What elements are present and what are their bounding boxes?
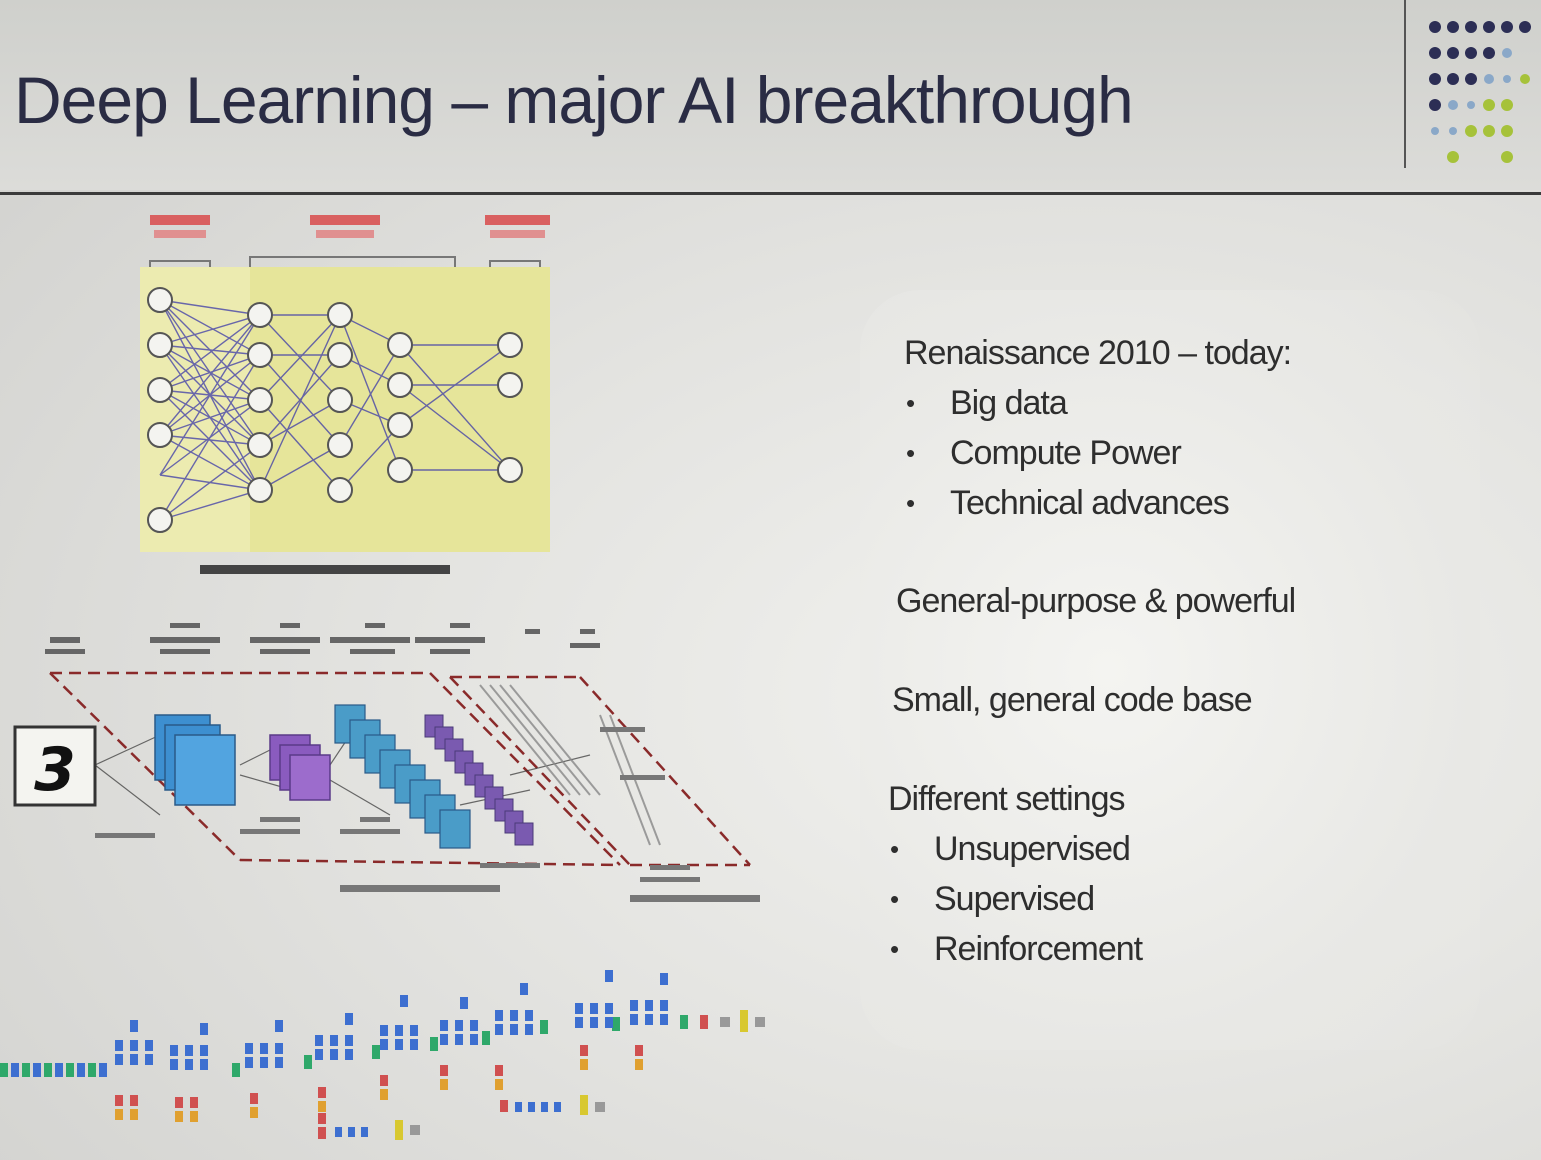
settings-list: Unsupervised Supervised Reinforcement bbox=[888, 824, 1143, 974]
renaissance-heading: Renaissance 2010 – today: bbox=[904, 334, 1292, 372]
code-base-text: Small, general code base bbox=[892, 681, 1253, 719]
simple-neural-network-diagram bbox=[140, 215, 550, 574]
title-rule bbox=[0, 192, 1541, 195]
list-item: Reinforcement bbox=[888, 924, 1143, 974]
title-bar: Deep Learning – major AI breakthrough bbox=[0, 0, 1541, 190]
renaissance-block: Renaissance 2010 – today: Big data Compu… bbox=[904, 328, 1292, 528]
general-purpose-text: General-purpose & powerful bbox=[896, 582, 1296, 620]
slide: Deep Learning – major AI breakthrough 3 … bbox=[0, 0, 1541, 1160]
list-item: Supervised bbox=[888, 874, 1142, 924]
cnn-architecture-diagram: 3 bbox=[13, 623, 760, 902]
logo-dots-icon bbox=[1429, 21, 1531, 163]
cnn-input-digit: 3 bbox=[34, 735, 76, 805]
inception-network-diagram bbox=[0, 970, 765, 1140]
settings-block: Different settings Unsupervised Supervis… bbox=[888, 774, 1143, 974]
list-item: Unsupervised bbox=[888, 824, 1142, 874]
renaissance-list: Big data Compute Power Technical advance… bbox=[904, 378, 1291, 528]
list-item: Technical advances bbox=[904, 478, 1291, 528]
list-item: Compute Power bbox=[904, 428, 1291, 478]
settings-heading: Different settings bbox=[888, 780, 1126, 818]
list-item: Big data bbox=[904, 378, 1291, 428]
slide-title: Deep Learning – major AI breakthrough bbox=[14, 63, 1134, 137]
